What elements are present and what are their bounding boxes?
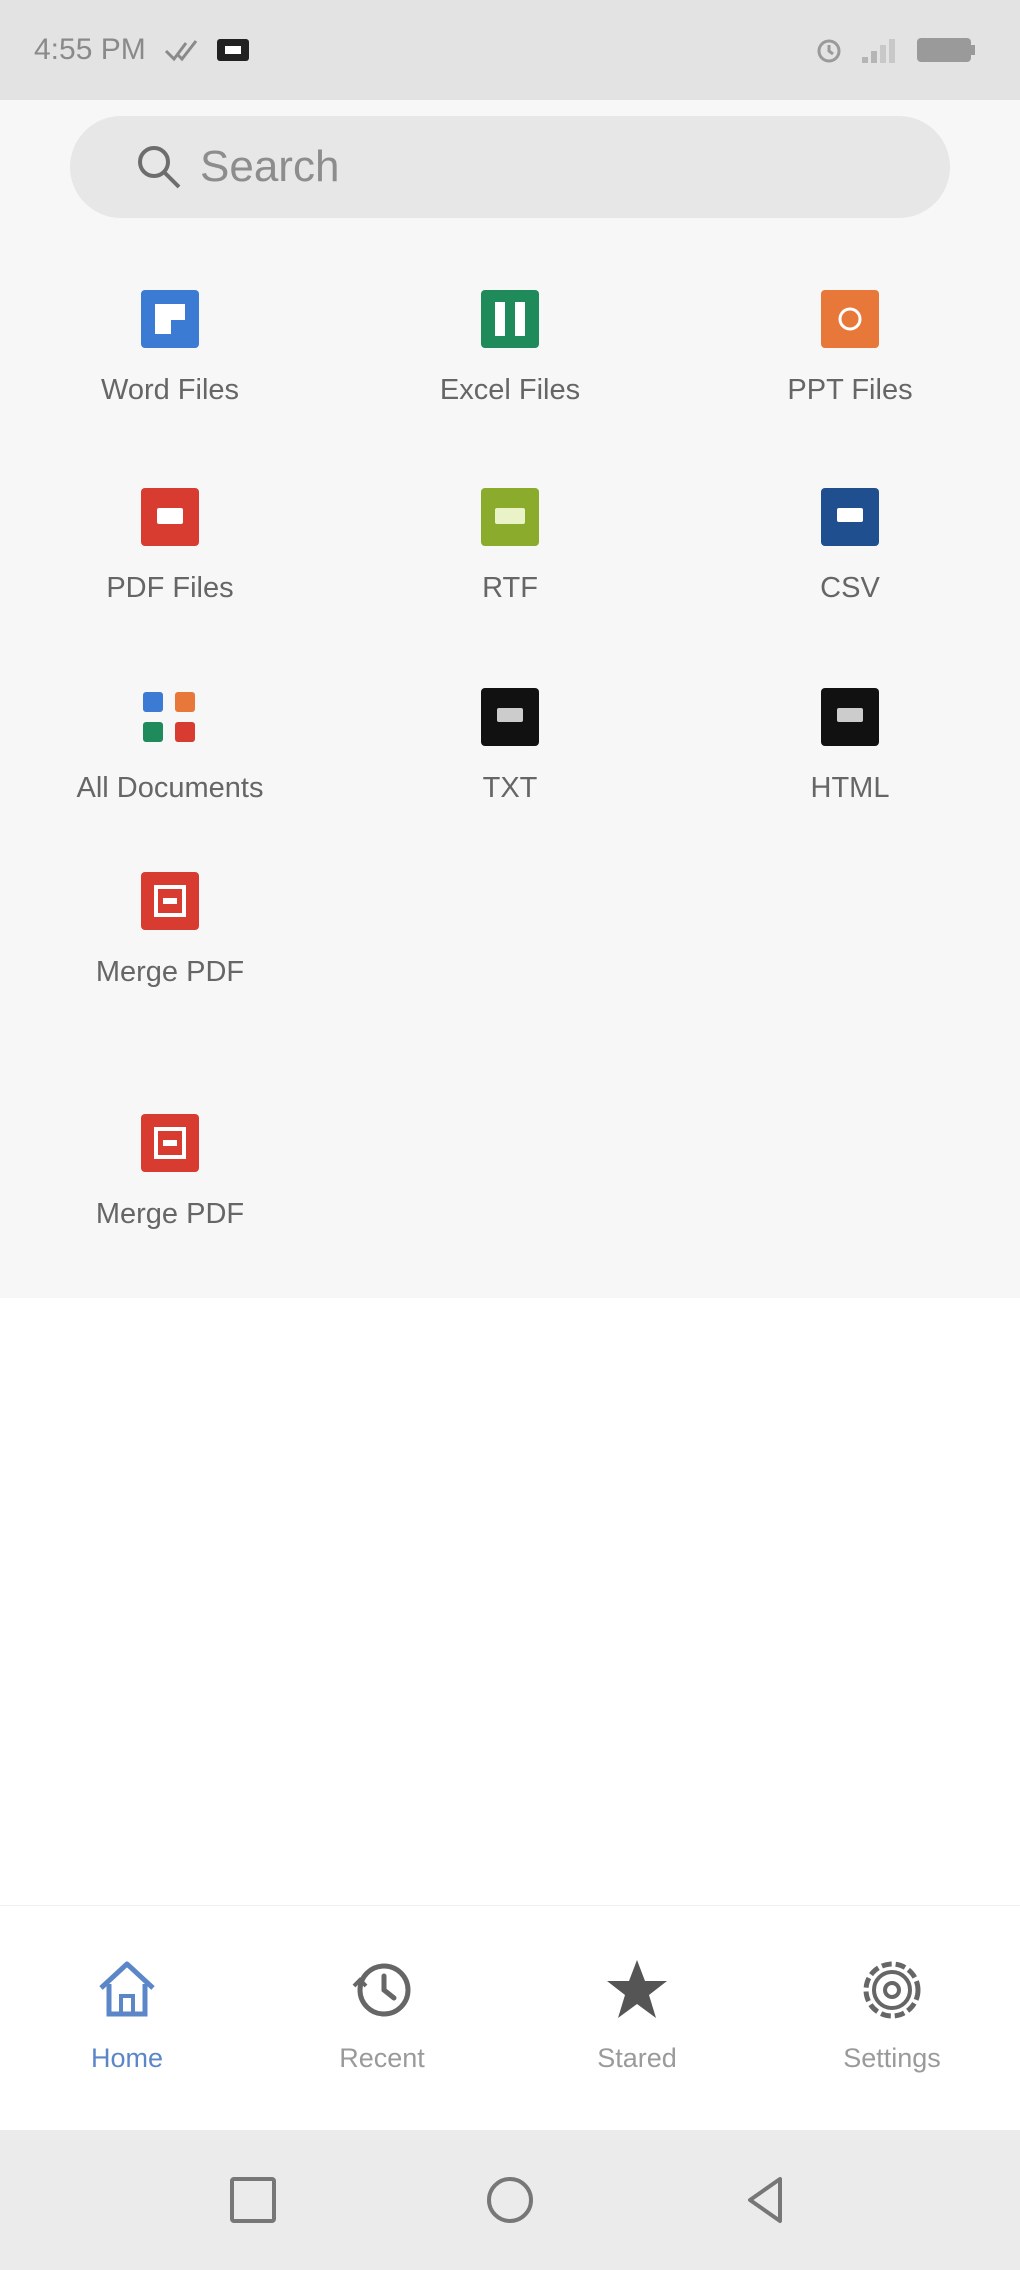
- system-nav-bar: [0, 2130, 1020, 2270]
- nav-settings[interactable]: Settings: [792, 1956, 992, 2074]
- tile-label: PPT Files: [787, 374, 913, 406]
- nav-recent[interactable]: Recent: [282, 1956, 482, 2074]
- recents-square-icon[interactable]: [228, 2175, 278, 2225]
- nav-stared[interactable]: Stared: [537, 1956, 737, 2074]
- pdf-file-icon: [141, 488, 199, 546]
- star-icon: [607, 1960, 667, 2018]
- tile-label: HTML: [810, 772, 890, 804]
- tile-label: TXT: [482, 772, 538, 804]
- nav-home[interactable]: Home: [27, 1956, 227, 2074]
- signal-icon: [862, 39, 895, 63]
- tile-merge-pdf[interactable]: Merge PDF: [20, 872, 320, 1032]
- alarm-icon: [817, 39, 841, 63]
- tile-all-documents[interactable]: All Documents: [20, 688, 320, 848]
- status-right: [814, 35, 976, 65]
- tile-txt[interactable]: TXT: [360, 688, 660, 848]
- nav-settings-label: Settings: [843, 2043, 941, 2073]
- nav-stared-label: Stared: [597, 2043, 677, 2073]
- tile-label: Word Files: [100, 374, 240, 406]
- home-icon: [99, 1961, 155, 2017]
- tile-label: Excel Files: [439, 374, 581, 406]
- check-mark-icon: [164, 40, 197, 62]
- tile-ppt-files[interactable]: PPT Files: [700, 290, 1000, 450]
- back-triangle-icon[interactable]: [740, 2175, 790, 2225]
- home-content: Search Word Files Excel Files PPT Files …: [0, 100, 1020, 1298]
- tile-label: Merge PDF: [95, 956, 245, 988]
- bottom-nav: Home Recent Stared Settings: [0, 1905, 1020, 2130]
- csv-file-icon: [821, 488, 879, 546]
- txt-file-icon: [481, 688, 539, 746]
- gear-icon: [863, 1961, 921, 2019]
- all-documents-icon: [143, 692, 195, 742]
- tile-label: RTF: [482, 572, 538, 604]
- tile-label: PDF Files: [106, 572, 234, 604]
- nav-home-label: Home: [90, 2043, 164, 2073]
- tile-csv[interactable]: CSV: [700, 488, 1000, 648]
- excel-file-icon: [481, 290, 539, 348]
- tile-label: CSV: [820, 572, 880, 604]
- home-circle-icon[interactable]: [485, 2175, 535, 2225]
- search-icon: [138, 146, 181, 189]
- battery-icon: [917, 38, 975, 62]
- tile-pdf-files[interactable]: PDF Files: [20, 488, 320, 648]
- status-bar: 4:55 PM: [0, 0, 1020, 100]
- status-time: 4:55 PM: [34, 33, 146, 66]
- search-placeholder: Search: [200, 142, 340, 191]
- tile-rtf[interactable]: RTF: [360, 488, 660, 648]
- merge-pdf-icon: [141, 1114, 199, 1172]
- word-file-icon: [141, 290, 199, 348]
- tile-excel-files[interactable]: Excel Files: [360, 290, 660, 450]
- tile-merge-pdf[interactable]: Merge PDF: [20, 1114, 320, 1274]
- rtf-file-icon: [481, 488, 539, 546]
- tile-label: Merge PDF: [95, 1198, 245, 1230]
- clock-icon: [352, 1963, 411, 2017]
- html-file-icon: [821, 688, 879, 746]
- tile-label: All Documents: [76, 772, 264, 804]
- ppt-file-icon: [821, 290, 879, 348]
- nav-recent-label: Recent: [339, 2043, 425, 2073]
- tile-html[interactable]: HTML: [700, 688, 1000, 848]
- merge-pdf-icon: [141, 872, 199, 930]
- tile-word-files[interactable]: Word Files: [20, 290, 320, 450]
- status-left: 4:55 PM: [34, 33, 250, 67]
- search-bar[interactable]: Search: [70, 116, 950, 218]
- notification-icon: [216, 39, 249, 61]
